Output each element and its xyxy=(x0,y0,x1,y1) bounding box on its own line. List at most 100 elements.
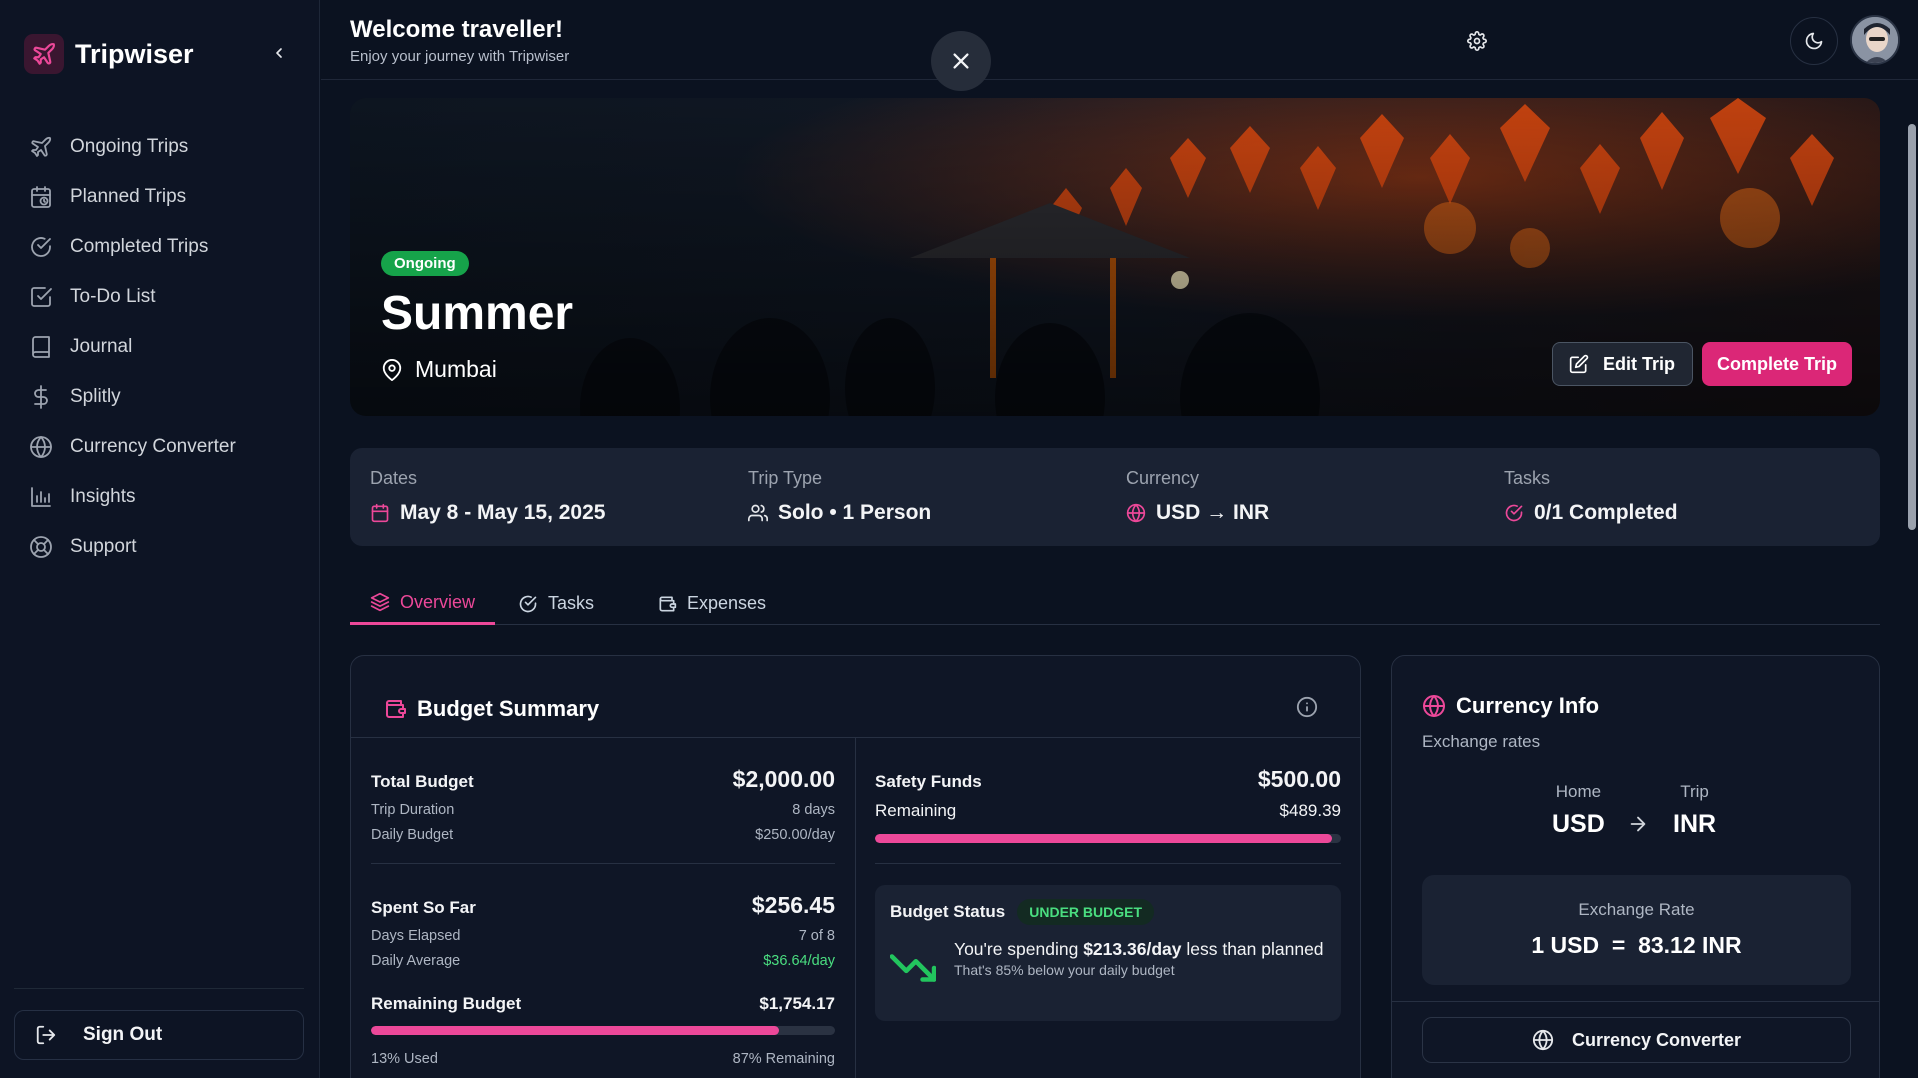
sidebar-divider xyxy=(14,988,304,989)
page-subtitle: Enjoy your journey with Tripwiser xyxy=(350,48,570,65)
page-title: Welcome traveller! xyxy=(350,16,563,43)
collapse-sidebar-button[interactable] xyxy=(268,42,290,64)
status-badge: Ongoing xyxy=(381,251,469,276)
sidebar-item-completed-trips[interactable]: Completed Trips xyxy=(28,222,298,272)
layers-icon xyxy=(370,592,390,612)
trip-hero-banner: Ongoing Summer Mumbai Edit Trip Complete… xyxy=(350,98,1880,416)
tab-label: Expenses xyxy=(687,593,767,613)
close-icon xyxy=(953,53,969,69)
tasks-value: 0/1 Completed xyxy=(1534,501,1678,524)
trip-type-label: Trip Type xyxy=(748,468,823,488)
edit-trip-label: Edit Trip xyxy=(1603,353,1675,374)
budget-progress-fill xyxy=(371,1026,780,1035)
plane-logo-icon xyxy=(24,34,64,74)
currency-converter-label: Currency Converter xyxy=(1571,1029,1742,1050)
calendar-icon xyxy=(371,503,389,523)
dates-value: May 8 - May 15, 2025 xyxy=(400,501,606,524)
daily-average-label: Daily Average xyxy=(371,953,461,969)
chevron-left-icon xyxy=(276,48,282,58)
sidebar-item-label: Splitly xyxy=(70,386,121,407)
trip-location: Mumbai xyxy=(381,356,497,383)
sidebar-nav: Ongoing Trips Planned Trips Completed Tr… xyxy=(28,122,298,572)
budget-summary-card: Budget Summary Total Budget $2,000.00 Tr… xyxy=(350,655,1361,1078)
home-currency: Home USD xyxy=(1552,782,1605,839)
dollar-icon xyxy=(28,384,54,410)
sidebar-item-planned-trips[interactable]: Planned Trips xyxy=(28,172,298,222)
trending-down-icon xyxy=(890,954,936,982)
book-icon xyxy=(28,334,54,360)
safety-funds-label: Safety Funds xyxy=(875,772,982,791)
trip-currency: Trip INR xyxy=(1673,782,1716,839)
plane-icon xyxy=(28,134,54,160)
safety-remaining-value: $489.39 xyxy=(1279,801,1341,820)
sidebar-item-ongoing-trips[interactable]: Ongoing Trips xyxy=(28,122,298,172)
currency-info: Currency USD → INR xyxy=(1126,468,1269,525)
sign-out-button[interactable]: Sign Out xyxy=(14,1010,304,1060)
daily-budget-label: Daily Budget xyxy=(371,827,454,843)
remaining-budget-value: $1,754.17 xyxy=(759,994,835,1013)
budget-title-text: Budget Summary xyxy=(417,696,600,721)
dates-label: Dates xyxy=(370,468,418,488)
lifebuoy-icon xyxy=(28,534,54,560)
home-currency-value: USD xyxy=(1552,810,1605,838)
divider xyxy=(371,863,835,864)
remaining-percent: 87% Remaining xyxy=(732,1051,835,1067)
sidebar-item-support[interactable]: Support xyxy=(28,522,298,572)
trip-tabs: Overview Tasks Expenses xyxy=(350,582,1880,625)
sidebar-item-label: Planned Trips xyxy=(70,186,187,207)
budget-progress-bar xyxy=(371,1026,835,1035)
complete-trip-button[interactable]: Complete Trip xyxy=(1702,342,1852,386)
sidebar-item-label: Support xyxy=(70,536,137,557)
duration-value: 8 days xyxy=(792,802,835,818)
tab-expenses[interactable]: Expenses xyxy=(637,582,786,625)
sidebar-item-insights[interactable]: Insights xyxy=(28,472,298,522)
budget-status-box: Budget Status UNDER BUDGET You're spendi… xyxy=(875,885,1341,1021)
safety-funds-value: $500.00 xyxy=(1257,766,1341,792)
settings-button[interactable] xyxy=(1453,17,1501,65)
sidebar-item-currency-converter[interactable]: Currency Converter xyxy=(28,422,298,472)
home-currency-label: Home xyxy=(1555,782,1602,801)
moon-icon xyxy=(1805,32,1823,50)
tab-overview[interactable]: Overview xyxy=(350,582,496,625)
daily-budget-value: $250.00/day xyxy=(755,827,835,843)
sign-out-label: Sign Out xyxy=(83,1024,163,1045)
sidebar-item-splitly[interactable]: Splitly xyxy=(28,372,298,422)
safety-progress-fill xyxy=(875,834,1332,843)
check-circle-icon xyxy=(28,234,54,260)
gear-icon xyxy=(1467,31,1487,51)
currency-converter-button[interactable]: Currency Converter xyxy=(1422,1017,1851,1063)
currency-value: USD → INR xyxy=(1156,501,1270,524)
exchange-rate-value: 1 USD = 83.12 INR xyxy=(1531,932,1742,958)
globe-icon xyxy=(1423,695,1445,717)
edit-icon xyxy=(1569,354,1589,374)
under-budget-badge: UNDER BUDGET xyxy=(1017,899,1155,925)
divider xyxy=(875,863,1341,864)
used-percent: 13% Used xyxy=(371,1051,438,1067)
wallet-icon xyxy=(386,700,406,718)
sidebar-item-label: Completed Trips xyxy=(70,236,209,257)
sidebar-item-todo[interactable]: To-Do List xyxy=(28,272,298,322)
safety-remaining-label: Remaining xyxy=(875,801,957,820)
total-budget-label: Total Budget xyxy=(371,772,474,791)
edit-trip-button[interactable]: Edit Trip xyxy=(1552,342,1693,386)
info-button[interactable] xyxy=(1296,696,1318,718)
tab-tasks[interactable]: Tasks xyxy=(498,582,614,625)
avatar[interactable] xyxy=(1850,15,1900,65)
trip-type-value: Solo • 1 Person xyxy=(778,501,932,524)
exchange-rate-label: Exchange Rate xyxy=(1578,900,1695,919)
scrollbar[interactable] xyxy=(1908,124,1916,530)
trip-currency-value: INR xyxy=(1673,810,1717,838)
currency-label: Currency xyxy=(1126,468,1200,488)
calendar-clock-icon xyxy=(28,184,54,210)
theme-toggle-button[interactable] xyxy=(1790,17,1838,65)
spent-value: $256.45 xyxy=(751,892,835,918)
brand[interactable]: Tripwiser xyxy=(24,34,194,74)
budget-title: Budget Summary xyxy=(383,696,599,722)
tab-label: Overview xyxy=(400,591,476,612)
check-circle-icon xyxy=(1505,504,1523,522)
close-button[interactable] xyxy=(931,31,991,91)
sidebar-item-label: To-Do List xyxy=(70,286,156,307)
sidebar-item-journal[interactable]: Journal xyxy=(28,322,298,372)
sidebar-item-label: Ongoing Trips xyxy=(70,136,189,157)
spent-label: Spent So Far xyxy=(371,898,476,917)
